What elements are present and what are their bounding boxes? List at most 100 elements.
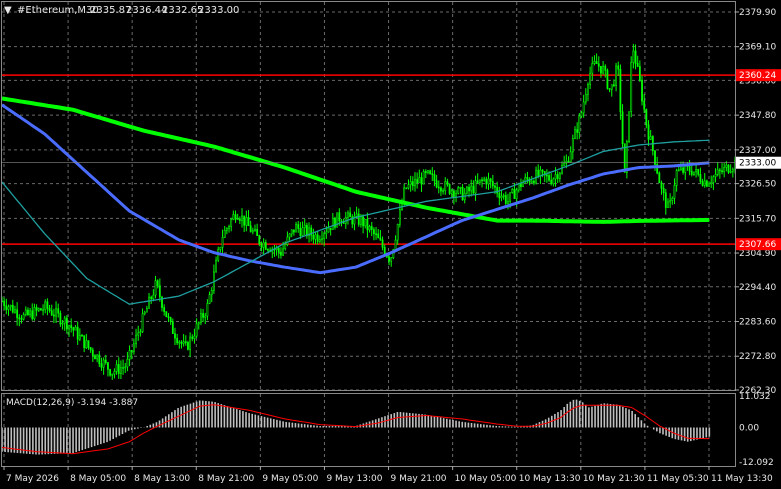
candle-body [468, 186, 470, 192]
candle-body [258, 235, 261, 244]
candle-body [191, 336, 194, 339]
candle-body [245, 217, 248, 226]
candle-body [27, 309, 29, 315]
candle-body [414, 179, 416, 187]
candle-body [360, 216, 362, 225]
candle-body [158, 285, 161, 298]
candle-body [200, 313, 202, 323]
candle-body [695, 169, 697, 173]
candle-body [59, 312, 62, 325]
candle-body [301, 227, 304, 236]
candle-body [580, 112, 583, 117]
candle-body [124, 366, 127, 369]
candle-body [500, 195, 503, 199]
candle-body [422, 171, 425, 185]
candle-body [476, 180, 479, 183]
candle-body [223, 229, 226, 238]
time-tick-label: 7 May 2026 [6, 474, 59, 484]
candle-body [232, 214, 235, 220]
candle-body [3, 300, 6, 307]
candle-body [489, 178, 492, 182]
candle-body [721, 170, 723, 173]
candle-body [634, 50, 637, 64]
candle-body [210, 289, 213, 296]
candle-body [509, 192, 512, 202]
candle-body [398, 209, 401, 225]
candle-body [277, 247, 280, 253]
time-tick-label: 11 May 13:30 [711, 474, 773, 484]
candle-body [163, 307, 166, 312]
price-tick-label: 2369.10 [739, 43, 776, 53]
candle-body [667, 201, 669, 208]
candle-body [450, 190, 453, 194]
candle-body [729, 171, 732, 173]
candle-body [394, 239, 397, 250]
candle-body [515, 189, 518, 200]
candle-body [208, 294, 211, 304]
candle-body [55, 308, 57, 317]
candle-body [481, 179, 483, 182]
candle-body [459, 187, 462, 189]
candle-body [556, 174, 559, 179]
candle-body [416, 179, 419, 184]
current-price-text: 2333.00 [739, 159, 776, 169]
candle-body [76, 326, 79, 340]
candle-body [141, 313, 144, 333]
candle-body [236, 218, 239, 221]
candle-body [130, 350, 133, 352]
candle-body [111, 373, 114, 376]
candle-body [115, 364, 118, 372]
candle-body [712, 176, 715, 183]
candle-body [671, 198, 674, 201]
candle-body [699, 174, 702, 182]
candle-body [433, 174, 436, 182]
candle-body [107, 362, 109, 370]
candle-body [321, 238, 323, 241]
trading-chart[interactable]: 11.0320.00-12.092 ▼ #Ethereum,M30 2335.8… [0, 0, 781, 489]
candle-body [701, 181, 704, 186]
candle-body [290, 229, 293, 235]
candle-body [165, 311, 168, 318]
candle-body [465, 186, 468, 194]
header-arrow-icon[interactable]: ▼ [4, 5, 12, 16]
candle-body [9, 304, 12, 308]
candle-body [613, 84, 615, 87]
price-tick-label: 2326.50 [739, 180, 776, 190]
candle-body [7, 306, 10, 310]
candle-body [65, 317, 68, 330]
candle-body [48, 308, 51, 311]
candle-body [677, 169, 680, 172]
candle-body [520, 183, 522, 187]
candle-body [167, 316, 170, 319]
candle-body [204, 315, 207, 318]
time-tick-label: 8 May 05:00 [70, 474, 126, 484]
candle-body [42, 309, 44, 312]
candle-body [357, 213, 360, 225]
candle-body [128, 350, 131, 360]
candle-body [176, 337, 179, 344]
candle-body [608, 88, 611, 90]
price-tick-label: 2337.00 [739, 146, 776, 156]
candle-body [388, 256, 390, 262]
candle-body [297, 224, 300, 229]
candle-body [150, 296, 153, 300]
candle-body [238, 218, 241, 221]
candle-body [606, 70, 609, 89]
candle-body [318, 239, 321, 242]
candle-body [46, 301, 49, 309]
candle-body [206, 303, 209, 317]
candle-body [286, 236, 289, 245]
candle-body [20, 318, 23, 320]
candle-body [491, 181, 494, 187]
candle-body [83, 335, 86, 349]
candle-body [710, 182, 713, 185]
candle-body [455, 193, 457, 198]
candle-body [113, 371, 116, 375]
price-tick-label: 2379.90 [739, 8, 776, 18]
candle-body [81, 334, 83, 337]
candle-body [554, 174, 557, 180]
candle-body [448, 184, 451, 194]
candle-body [390, 257, 393, 262]
candle-body [429, 170, 432, 174]
candle-body [70, 325, 73, 329]
